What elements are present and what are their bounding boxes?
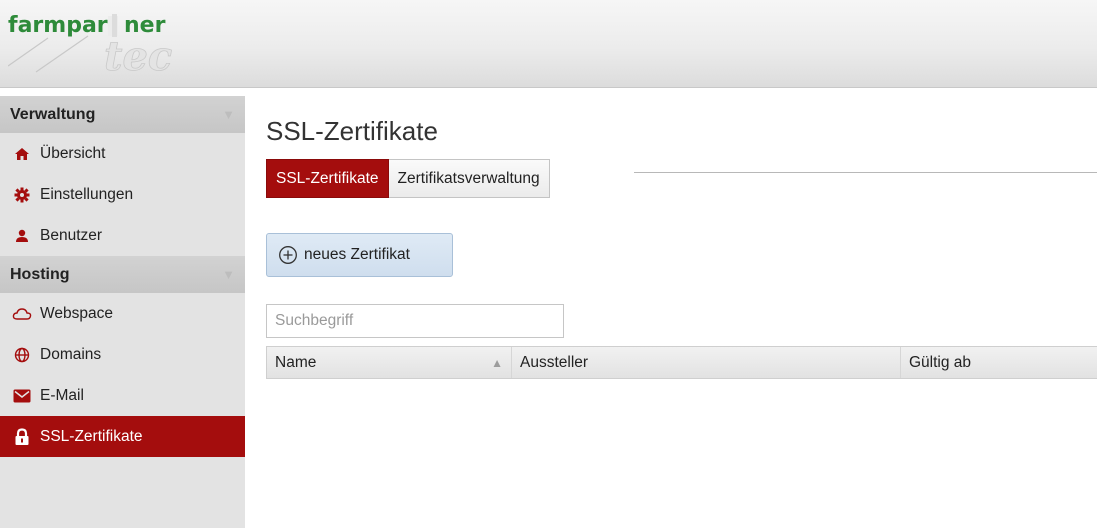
sidebar-section-verwaltung[interactable]: Verwaltung ▼ <box>0 96 245 133</box>
user-icon <box>12 227 32 245</box>
sidebar-section-title: Verwaltung <box>10 105 96 123</box>
sidebar-item-label: Domains <box>40 345 102 363</box>
table-header: Name ▲ Aussteller Gültig ab <box>266 346 1097 379</box>
farmpartner-tec-logo[interactable]: tec farmpar ner <box>8 8 198 78</box>
sidebar-item-label: Übersicht <box>40 144 106 162</box>
tab-ssl-zertifikate[interactable]: SSL-Zertifikate <box>266 159 389 198</box>
sidebar-item-ssl-zertifikate[interactable]: SSL-Zertifikate <box>0 416 245 457</box>
sidebar-item-label: Benutzer <box>40 226 103 244</box>
new-certificate-button[interactable]: neues Zertifikat <box>266 233 453 277</box>
sidebar-item-domains[interactable]: Domains <box>0 334 245 375</box>
column-header-label: Aussteller <box>520 353 589 371</box>
sidebar-item-webspace[interactable]: Webspace <box>0 293 245 334</box>
tab-divider <box>634 172 1097 173</box>
sidebar-item-label: E-Mail <box>40 386 84 404</box>
column-header-gueltig-ab[interactable]: Gültig ab <box>900 347 1097 378</box>
sidebar-section-hosting[interactable]: Hosting ▼ <box>0 256 245 293</box>
page-title: SSL-Zertifikate <box>266 116 438 146</box>
column-header-aussteller[interactable]: Aussteller <box>511 347 900 378</box>
lock-icon <box>12 427 32 446</box>
sidebar-item-label: SSL-Zertifikate <box>40 427 143 445</box>
sort-ascending-icon: ▲ <box>491 355 503 370</box>
svg-text:ner: ner <box>124 13 166 38</box>
tab-bar: SSL-Zertifikate Zertifikatsverwaltung <box>266 159 550 198</box>
sidebar-item-label: Webspace <box>40 304 113 322</box>
app-header: tec farmpar ner <box>0 0 1097 88</box>
sidebar-item-email[interactable]: E-Mail <box>0 375 245 416</box>
collapse-triangle-icon[interactable]: ▼ <box>222 267 235 282</box>
sidebar-item-uebersicht[interactable]: Übersicht <box>0 133 245 174</box>
mail-icon <box>12 387 32 405</box>
plus-circle-icon <box>278 245 298 265</box>
new-certificate-label: neues Zertifikat <box>304 246 410 263</box>
svg-text:farmpar: farmpar <box>8 13 108 38</box>
column-header-name[interactable]: Name ▲ <box>267 347 511 378</box>
column-header-label: Name <box>275 353 317 371</box>
gear-icon <box>12 186 32 204</box>
svg-text:tec: tec <box>104 33 172 78</box>
sidebar-item-einstellungen[interactable]: Einstellungen <box>0 174 245 215</box>
column-header-label: Gültig ab <box>909 353 972 371</box>
home-icon <box>12 145 32 163</box>
cloud-icon <box>12 305 32 323</box>
sidebar: Verwaltung ▼ Übersicht Einstellungen Ben… <box>0 96 245 528</box>
collapse-triangle-icon[interactable]: ▼ <box>222 107 235 122</box>
sidebar-item-label: Einstellungen <box>40 185 134 203</box>
tab-zertifikatsverwaltung[interactable]: Zertifikatsverwaltung <box>388 159 550 198</box>
globe-icon <box>12 346 32 364</box>
sidebar-item-benutzer[interactable]: Benutzer <box>0 215 245 256</box>
search-input[interactable] <box>266 304 564 338</box>
main-content: SSL-Zertifikate SSL-Zertifikate Zertifik… <box>266 96 1097 528</box>
sidebar-section-title: Hosting <box>10 265 70 283</box>
